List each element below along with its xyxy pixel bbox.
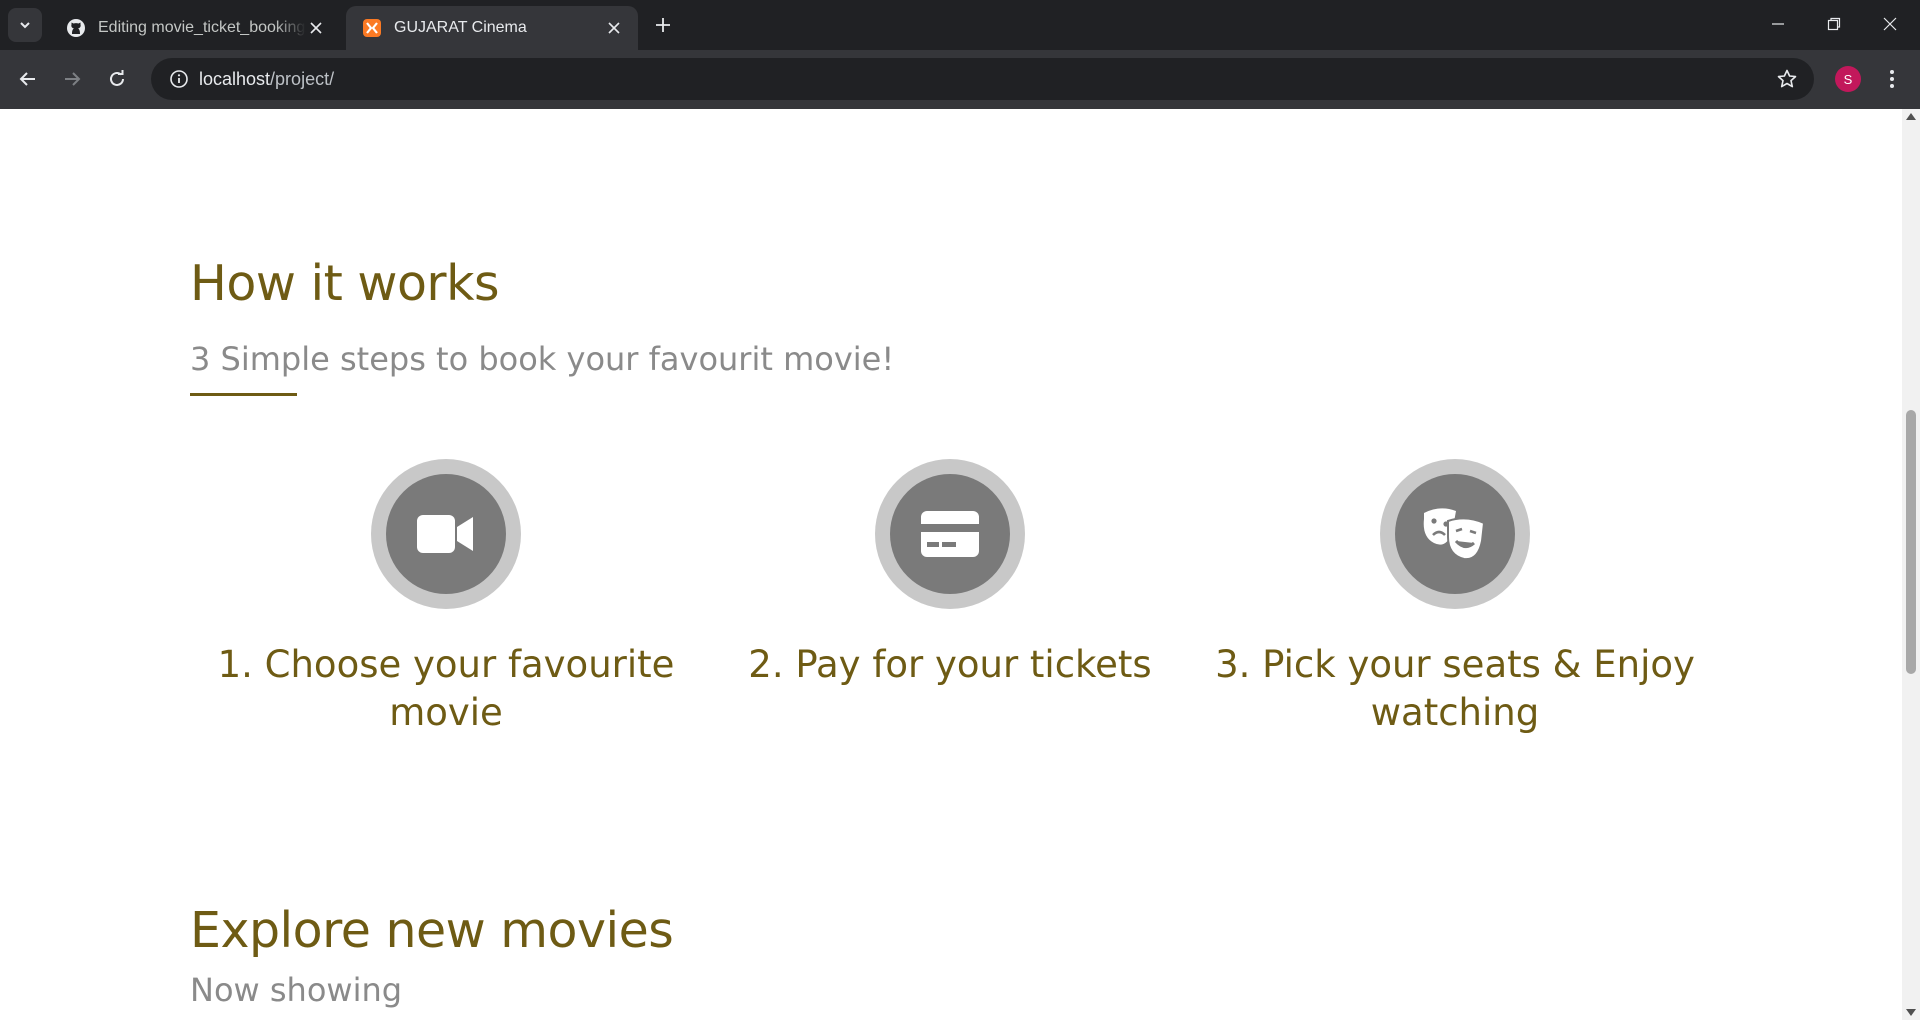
arrow-left-icon: [19, 72, 35, 86]
tab-title: Editing movie_ticket_booking/R: [98, 19, 306, 36]
step-card-1: 1. Choose your favourite movie: [196, 459, 696, 737]
url-text: localhost/project/: [199, 69, 334, 90]
new-tab-button[interactable]: [650, 12, 676, 38]
arrow-right-icon: [65, 72, 81, 86]
how-it-works-title: How it works: [190, 255, 499, 312]
bookmark-star-icon[interactable]: [1776, 68, 1798, 90]
minimize-button[interactable]: [1750, 0, 1806, 48]
close-window-button[interactable]: [1862, 0, 1918, 48]
tab-gujarat-cinema[interactable]: GUJARAT Cinema: [346, 6, 638, 50]
theater-masks-icon: [1423, 508, 1486, 561]
explore-subtitle: Now showing: [190, 971, 403, 1009]
step-icon-ring: [371, 459, 521, 609]
restore-button[interactable]: [1806, 0, 1862, 48]
back-button[interactable]: [12, 63, 44, 95]
page-scrollbar[interactable]: [1902, 109, 1920, 1020]
forward-button[interactable]: [56, 63, 88, 95]
minimize-icon: [1772, 23, 1784, 25]
explore-title: Explore new movies: [190, 902, 674, 959]
xampp-icon: [362, 18, 382, 38]
browser-menu-button[interactable]: [1880, 63, 1904, 95]
url-host: localhost: [199, 68, 271, 89]
more-vertical-icon: [1890, 70, 1894, 88]
step-icon-circle: [386, 474, 506, 594]
step-icon-ring: [875, 459, 1025, 609]
step-card-3: 3. Pick your seats & Enjoy watching: [1205, 459, 1705, 737]
restore-icon: [1827, 17, 1841, 31]
chevron-down-icon: [20, 22, 30, 29]
video-camera-icon: [417, 515, 473, 553]
step-card-2: 2. Pay for your tickets: [700, 459, 1200, 689]
tab-title: GUJARAT Cinema: [394, 19, 527, 36]
reload-button[interactable]: [101, 63, 133, 95]
close-icon[interactable]: [306, 18, 326, 38]
credit-card-icon: [921, 511, 979, 557]
page-viewport: How it works 3 Simple steps to book your…: [0, 109, 1920, 1020]
plus-icon: [656, 18, 670, 32]
step-label: 1. Choose your favourite movie: [217, 643, 675, 734]
browser-toolbar: localhost/project/ S: [0, 50, 1920, 109]
close-icon: [1883, 17, 1897, 31]
close-icon[interactable]: [604, 18, 624, 38]
tab-search-button[interactable]: [8, 8, 42, 42]
tab-strip: Editing movie_ticket_booking/R GUJARAT C…: [0, 0, 1920, 50]
address-bar[interactable]: localhost/project/: [151, 58, 1814, 100]
github-icon: [66, 18, 86, 38]
profile-avatar[interactable]: S: [1835, 66, 1861, 92]
step-label: 3. Pick your seats & Enjoy watching: [1215, 643, 1695, 734]
reload-icon: [110, 70, 124, 86]
site-info-icon[interactable]: [159, 69, 199, 89]
step-label: 2. Pay for your tickets: [748, 643, 1152, 686]
step-icon-circle: [890, 474, 1010, 594]
scrollbar-thumb[interactable]: [1906, 410, 1916, 674]
scroll-down-arrow-icon[interactable]: [1906, 1009, 1916, 1016]
step-icon-circle: [1395, 474, 1515, 594]
step-icon-ring: [1380, 459, 1530, 609]
how-it-works-subtitle: 3 Simple steps to book your favourit mov…: [190, 340, 895, 378]
url-path: /project/: [270, 68, 335, 89]
browser-chrome: Editing movie_ticket_booking/R GUJARAT C…: [0, 0, 1920, 109]
title-underline: [190, 393, 297, 396]
tab-github[interactable]: Editing movie_ticket_booking/R: [50, 6, 340, 50]
scroll-up-arrow-icon[interactable]: [1906, 113, 1916, 120]
